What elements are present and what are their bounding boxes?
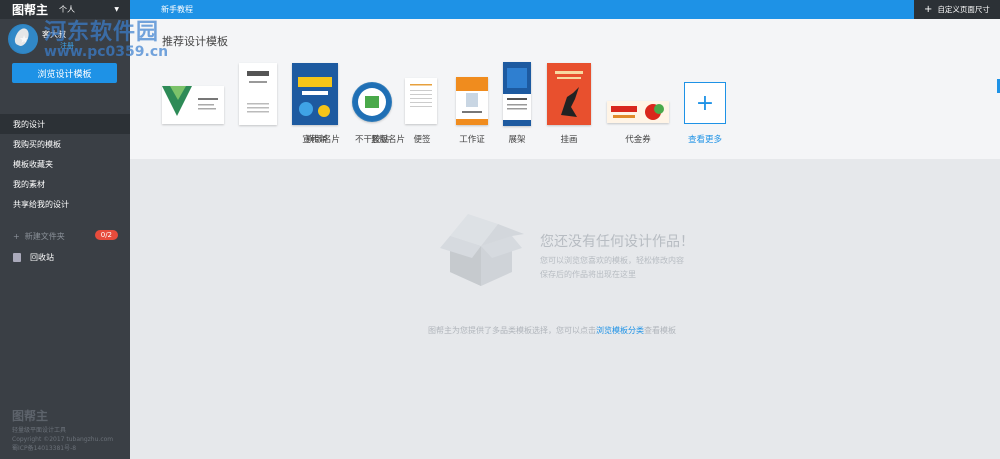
template-label: 宣传单 <box>302 135 328 145</box>
empty-box-icon <box>440 214 524 286</box>
template-voucher[interactable] <box>607 101 669 123</box>
browse-templates-button[interactable]: 浏览设计模板 <box>12 63 117 83</box>
empty-state-title: 您还没有任何设计作品！ <box>540 234 694 250</box>
new-folder-button[interactable]: + 新建文件夹 0/2 <box>0 226 130 246</box>
folder-count-badge: 0/2 <box>94 230 118 240</box>
browse-categories-link[interactable]: 浏览模板分类 <box>596 326 644 335</box>
footer-logo: 图帮主 <box>12 409 49 423</box>
register-link[interactable]: 注册 <box>60 41 74 51</box>
sidebar-nav: 我的设计 我购买的模板 模板收藏夹 我的素材 共享给我的设计 <box>0 114 130 214</box>
footer-copyright: Copyright ©2017 tubangzhu.com <box>12 436 114 443</box>
user-panel: ★ 客大叔 注册 浏览设计模板 <box>0 19 130 95</box>
app-logo[interactable]: 图帮主 <box>0 1 55 18</box>
hanging-picture-thumbnail <box>547 63 591 125</box>
footer-slogan: 轻量级平面设计工具 <box>12 427 67 434</box>
template-label: 代金券 <box>625 135 651 145</box>
plus-icon: + <box>695 90 715 116</box>
custom-size-label: 自定义页面尺寸 <box>937 5 990 14</box>
recycle-label: 回收站 <box>30 252 54 262</box>
template-thumbnail <box>547 63 591 125</box>
plus-icon: + <box>924 4 933 15</box>
workspace-selector[interactable]: 个人 ▼ <box>55 4 127 15</box>
template-thumbnail <box>405 78 437 124</box>
template-thumbnail <box>162 86 224 124</box>
template-thumbnail <box>352 82 392 122</box>
topbar: 新手教程 + 自定义页面尺寸 <box>130 0 1000 19</box>
template-thumbnail <box>239 63 277 125</box>
sidebar: 图帮主 个人 ▼ ★ 客大叔 注册 浏览设计模板 我的设计 我购买的模板 模板收… <box>0 0 130 459</box>
work-badge-thumbnail <box>456 77 488 125</box>
hint-suffix: 查看模板 <box>644 326 676 335</box>
voucher-thumbnail <box>607 101 669 123</box>
template-thumbnail <box>503 62 531 126</box>
sidebar-item-my-materials[interactable]: 我的素材 <box>0 174 130 194</box>
templates-title: 推荐设计模板 <box>162 35 228 48</box>
template-label: 挂画 <box>560 135 578 145</box>
vertical-card-thumbnail <box>247 71 269 113</box>
sticker-thumbnail <box>353 83 391 121</box>
recommended-templates-panel: 推荐设计模板 横版名片 竖版名片 宣传单 不干胶贴 便签 工作证 展架 挂画 代… <box>130 19 1000 159</box>
template-vertical-card[interactable] <box>239 63 277 125</box>
plus-icon: + <box>13 231 20 241</box>
hint-prefix: 图帮主为您提供了多品类模板选择，您可以点击 <box>428 326 596 335</box>
sidebar-item-template-favorites[interactable]: 模板收藏夹 <box>0 154 130 174</box>
flyer-thumbnail <box>292 63 338 125</box>
username: 客大叔 <box>42 30 66 39</box>
template-thumbnail <box>292 63 338 125</box>
template-thumbnail <box>607 101 669 123</box>
template-sticker[interactable] <box>352 82 392 122</box>
sidebar-footer: 图帮主 轻量级平面设计工具 Copyright ©2017 tubangzhu.… <box>12 409 114 453</box>
workspace-label: 个人 <box>59 5 75 14</box>
template-work-badge[interactable] <box>456 77 488 125</box>
empty-state-line1: 您可以浏览您喜欢的模板，轻松修改内容 <box>540 256 684 265</box>
footer-icp: 蜀ICP备14013381号-8 <box>12 445 77 452</box>
sidebar-item-my-designs[interactable]: 我的设计 <box>0 114 130 134</box>
template-label: 便签 <box>413 135 431 145</box>
horizontal-card-thumbnail <box>162 86 218 116</box>
template-label: 展架 <box>508 135 526 145</box>
template-flyer[interactable] <box>292 63 338 125</box>
view-more-button[interactable]: + <box>684 82 726 124</box>
trash-icon <box>13 252 21 262</box>
custom-size-button[interactable]: + 自定义页面尺寸 <box>914 0 1000 19</box>
avatar[interactable]: ★ <box>10 25 38 53</box>
view-more-link[interactable]: 查看更多 <box>688 133 722 145</box>
template-label: 工作证 <box>459 135 485 145</box>
template-sticky-note[interactable] <box>405 78 437 124</box>
template-label: 不干胶贴 <box>354 135 390 145</box>
template-hanging-picture[interactable] <box>547 63 591 125</box>
tutorial-link[interactable]: 新手教程 <box>161 4 193 15</box>
sidebar-item-shared-designs[interactable]: 共享给我的设计 <box>0 194 130 214</box>
template-horizontal-card[interactable] <box>162 86 224 124</box>
sidebar-header: 图帮主 个人 ▼ <box>0 0 130 19</box>
template-thumbnail <box>456 77 488 125</box>
chevron-down-icon: ▼ <box>114 6 119 13</box>
new-folder-label: 新建文件夹 <box>24 231 65 241</box>
display-stand-thumbnail <box>503 62 531 126</box>
sticky-note-thumbnail <box>410 84 432 107</box>
sidebar-item-recycle-bin[interactable]: 回收站 <box>0 246 130 268</box>
template-display-stand[interactable] <box>503 62 531 126</box>
empty-state-line2: 保存后的作品将出现在这里 <box>540 270 636 279</box>
sidebar-item-purchased-templates[interactable]: 我购买的模板 <box>0 134 130 154</box>
empty-state-hint: 图帮主为您提供了多品类模板选择，您可以点击浏览模板分类查看模板 <box>428 325 676 336</box>
